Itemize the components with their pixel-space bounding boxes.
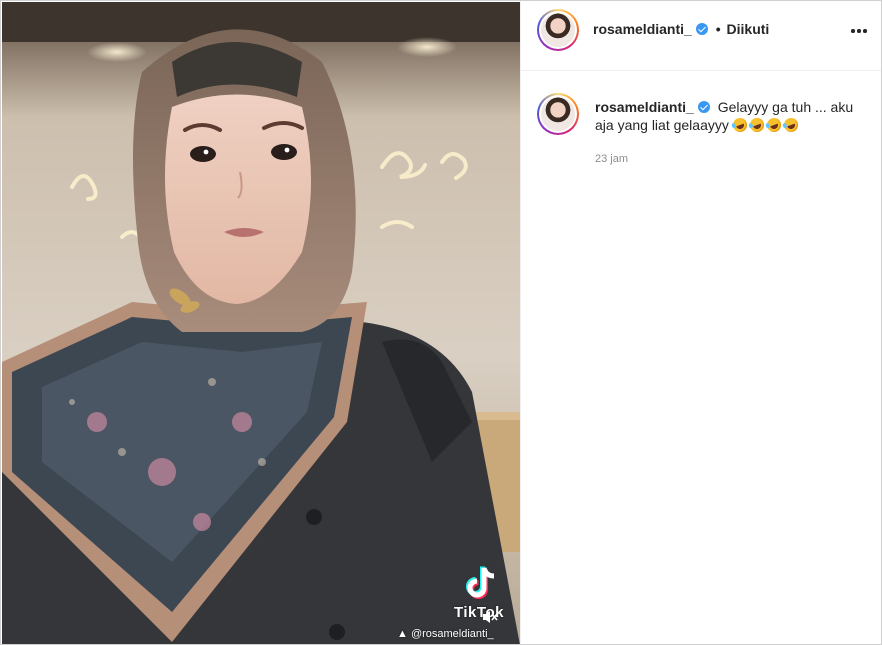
rofl-emoji-icon <box>747 116 766 134</box>
following-button[interactable]: Diikuti <box>727 21 770 37</box>
more-dot-icon <box>857 29 861 33</box>
author-avatar[interactable] <box>537 9 579 51</box>
post-video[interactable]: TikTok ▲ @rosameldianti_ <box>2 2 520 644</box>
video-frame <box>2 2 520 644</box>
rofl-emoji-icon <box>730 116 749 134</box>
tiktok-handle-watermark: ▲ @rosameldianti_ <box>397 628 494 640</box>
mute-toggle-button[interactable] <box>480 607 500 627</box>
more-dot-icon <box>863 29 867 33</box>
post-side-panel: rosameldianti_ • Diikuti rosameldianti_ … <box>520 1 881 644</box>
post-header: rosameldianti_ • Diikuti <box>521 1 881 71</box>
speaker-muted-icon <box>483 611 498 623</box>
caption-block: rosameldianti_ Gelayyy ga tuh ... aku aj… <box>521 71 881 171</box>
tiktok-handle-text: @rosameldianti_ <box>410 628 494 640</box>
verified-badge-icon <box>697 101 710 113</box>
rofl-emoji-icon <box>781 116 800 134</box>
post-dialog: TikTok ▲ @rosameldianti_ rosameldianti_ … <box>0 0 882 645</box>
post-timestamp[interactable]: 23 jam <box>595 153 628 165</box>
author-info: rosameldianti_ • Diikuti <box>593 21 769 37</box>
author-username[interactable]: rosameldianti_ <box>593 21 692 37</box>
caption-author-avatar[interactable] <box>537 93 579 135</box>
more-dot-icon <box>851 29 855 33</box>
verified-badge-icon <box>695 23 708 35</box>
caption-text-block: rosameldianti_ Gelayyy ga tuh ... aku aj… <box>595 98 855 134</box>
tiktok-logo-icon <box>466 566 495 599</box>
follow-separator: • <box>715 21 721 37</box>
user-icon: ▲ <box>397 628 408 640</box>
caption-author-username[interactable]: rosameldianti_ <box>595 99 710 115</box>
more-options-button[interactable] <box>847 23 871 39</box>
rofl-emoji-icon <box>764 116 783 134</box>
